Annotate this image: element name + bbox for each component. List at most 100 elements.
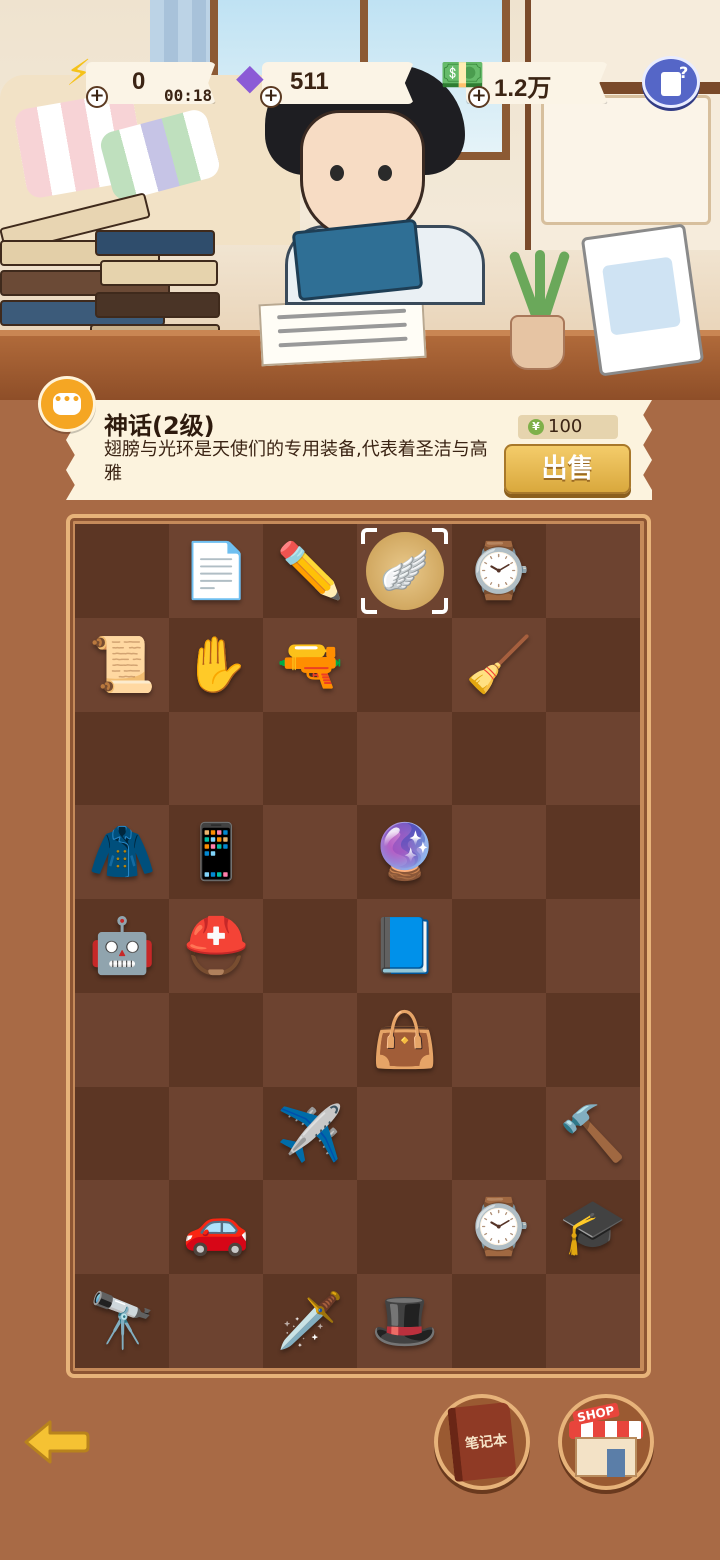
- board-cell[interactable]: [545, 805, 640, 900]
- robot-item[interactable]: 🤖: [88, 918, 155, 973]
- coin-icon: ¥: [528, 419, 544, 435]
- board-cell[interactable]: [451, 992, 546, 1087]
- board-cell[interactable]: [545, 992, 640, 1087]
- graduation-cap-item[interactable]: 🎓: [559, 1200, 626, 1254]
- board-cell[interactable]: [451, 1274, 546, 1368]
- board-cell[interactable]: [75, 524, 170, 618]
- board-cell[interactable]: [75, 992, 170, 1087]
- board-cell[interactable]: 🤖: [75, 899, 170, 993]
- wristwatch-item[interactable]: ⌚: [465, 1200, 532, 1254]
- shop-icon: SHOP: [569, 1402, 643, 1477]
- scroll-item[interactable]: 📜: [88, 637, 155, 692]
- pencil-item[interactable]: ✏️: [277, 543, 344, 598]
- board-cell[interactable]: ⛑️: [169, 899, 264, 993]
- board-cell[interactable]: 🔮: [357, 805, 452, 900]
- board-cell[interactable]: [263, 899, 358, 993]
- board-cell[interactable]: [545, 711, 640, 806]
- board-cell[interactable]: 🔨: [545, 1086, 640, 1181]
- board-cell[interactable]: 👜: [357, 992, 452, 1087]
- board-cell[interactable]: [263, 805, 358, 900]
- cash-value: 1.2万: [494, 75, 552, 102]
- test-paper-item[interactable]: 📄: [183, 543, 250, 598]
- board-cell[interactable]: [357, 1180, 452, 1275]
- board-cell[interactable]: [169, 711, 264, 806]
- board-cell[interactable]: 📘: [357, 899, 452, 993]
- energy-timer: 00:18: [164, 86, 213, 105]
- board-cell[interactable]: [169, 1274, 264, 1368]
- gem-counter: [262, 62, 414, 104]
- board-cell[interactable]: 🪽: [357, 524, 452, 618]
- item-description: 翅膀与光环是天使们的专用装备,代表着圣洁与高雅: [104, 439, 488, 484]
- board-cell[interactable]: 🎩: [357, 1274, 452, 1368]
- help-notes-icon[interactable]: [642, 56, 700, 108]
- board-cell[interactable]: 📱: [169, 805, 264, 900]
- desk-paper: [258, 295, 427, 367]
- board-cell[interactable]: [451, 1086, 546, 1181]
- energy-add-button[interactable]: +: [86, 86, 108, 108]
- witch-hat-item[interactable]: 🎩: [371, 1294, 438, 1348]
- back-arrow-icon[interactable]: [22, 1418, 90, 1466]
- plant-pot: [510, 315, 565, 370]
- board-cell[interactable]: 📜: [75, 617, 170, 712]
- sell-button[interactable]: 出售: [504, 444, 631, 494]
- shelf: [525, 0, 720, 250]
- board-cell[interactable]: [451, 711, 546, 806]
- magic-book-item[interactable]: 📘: [371, 918, 438, 973]
- board-cell[interactable]: [545, 1274, 640, 1368]
- notebook-button[interactable]: 笔记本: [434, 1394, 530, 1490]
- board-cell[interactable]: [357, 1086, 452, 1181]
- sword-item[interactable]: 🗡️: [277, 1294, 344, 1348]
- board-cell[interactable]: [545, 899, 640, 993]
- board-cell[interactable]: ⌚: [451, 524, 546, 618]
- hammer-item[interactable]: 🔨: [559, 1106, 626, 1161]
- selection-corner: [431, 528, 448, 544]
- cash-add-button[interactable]: +: [468, 86, 490, 108]
- board-cell[interactable]: [169, 1086, 264, 1181]
- notebook-label: 笔记本: [464, 1432, 508, 1453]
- desk-calendar: [580, 223, 705, 377]
- gem-add-button[interactable]: +: [260, 86, 282, 108]
- board-cell[interactable]: 🔭: [75, 1274, 170, 1368]
- buddha-hand-item[interactable]: ✋: [183, 637, 250, 692]
- board-cell[interactable]: [357, 617, 452, 712]
- selection-corner: [361, 528, 378, 544]
- shop-button[interactable]: SHOP: [558, 1394, 654, 1490]
- purple-gem-icon: ◆: [236, 57, 264, 98]
- brick-phone-item[interactable]: 📱: [183, 825, 250, 879]
- board-cell[interactable]: [75, 1180, 170, 1275]
- cape-item[interactable]: 🧥: [88, 825, 155, 879]
- board-cell[interactable]: 🧥: [75, 805, 170, 900]
- board-cell[interactable]: [75, 711, 170, 806]
- handbag-item[interactable]: 👜: [371, 1012, 438, 1067]
- board-cell[interactable]: [75, 1086, 170, 1181]
- board-cell[interactable]: [545, 524, 640, 618]
- broom-item[interactable]: 🧹: [465, 637, 532, 692]
- crystal-ball-item[interactable]: 🔮: [371, 825, 438, 879]
- board-cell[interactable]: 📄: [169, 524, 264, 618]
- digital-watch-item[interactable]: ⌚: [465, 543, 532, 598]
- board-cell[interactable]: [357, 711, 452, 806]
- board-cell[interactable]: 🎓: [545, 1180, 640, 1275]
- board-cell[interactable]: ✋: [169, 617, 264, 712]
- board-cell[interactable]: [451, 899, 546, 993]
- board-cell[interactable]: 🚗: [169, 1180, 264, 1275]
- board-cell[interactable]: [263, 992, 358, 1087]
- board-cell[interactable]: 🔫: [263, 617, 358, 712]
- airplane-item[interactable]: ✈️: [277, 1106, 344, 1161]
- board-cell[interactable]: [451, 805, 546, 900]
- board-cell[interactable]: [263, 711, 358, 806]
- board-cell[interactable]: [169, 992, 264, 1087]
- telescope-item[interactable]: 🔭: [88, 1294, 155, 1348]
- selection-corner: [431, 597, 448, 614]
- board-cell[interactable]: ⌚: [451, 1180, 546, 1275]
- sports-car-item[interactable]: 🚗: [183, 1200, 250, 1254]
- board-cell[interactable]: 🗡️: [263, 1274, 358, 1368]
- board-cell[interactable]: [263, 1180, 358, 1275]
- character-book: [291, 218, 424, 302]
- board-cell[interactable]: ✏️: [263, 524, 358, 618]
- pistol-item[interactable]: 🔫: [277, 637, 344, 692]
- viking-helmet-item[interactable]: ⛑️: [183, 918, 250, 973]
- board-cell[interactable]: [545, 617, 640, 712]
- board-cell[interactable]: 🧹: [451, 617, 546, 712]
- board-cell[interactable]: ✈️: [263, 1086, 358, 1181]
